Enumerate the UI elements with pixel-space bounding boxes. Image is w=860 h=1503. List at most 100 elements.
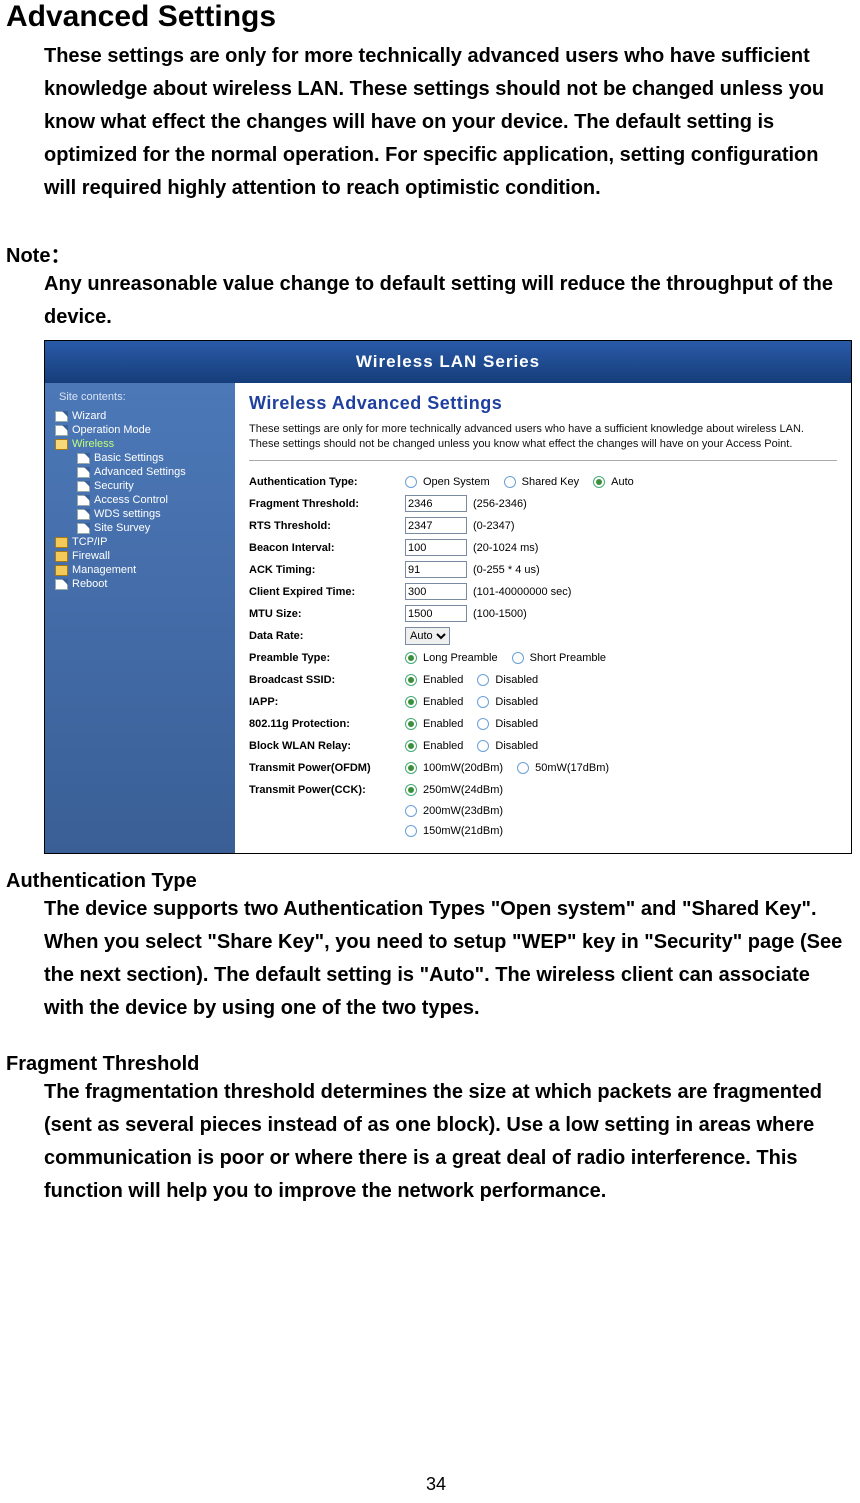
label-relay: Block WLAN Relay: (249, 740, 399, 752)
row-cck: Transmit Power(CCK): 250mW(24dBm) (249, 779, 837, 801)
sidebar-item-label: Management (72, 564, 136, 576)
frag-heading: Fragment Threshold (6, 1053, 854, 1076)
label-frag: Fragment Threshold: (249, 498, 399, 510)
radio-open-system[interactable] (405, 476, 417, 488)
radio-label: Disabled (495, 740, 538, 752)
sidebar-item-label: Operation Mode (72, 424, 151, 436)
sidebar-item-label: Reboot (72, 578, 107, 590)
radio-short-preamble[interactable] (512, 652, 524, 664)
radio-shared-key[interactable] (504, 476, 516, 488)
radio-label: Enabled (423, 696, 463, 708)
sidebar-item-basic-settings[interactable]: Basic Settings (49, 451, 231, 465)
label-cck: Transmit Power(CCK): (249, 784, 399, 796)
row-relay: Block WLAN Relay: Enabled Disabled (249, 735, 837, 757)
page-icon (77, 495, 90, 506)
sidebar-item-management[interactable]: Management (49, 563, 231, 577)
sidebar-item-label: Wireless (72, 438, 114, 450)
sidebar-item-reboot[interactable]: Reboot (49, 577, 231, 591)
radio-relay-disabled[interactable] (477, 740, 489, 752)
radio-cck-150[interactable] (405, 825, 417, 837)
range-rts: (0-2347) (473, 520, 515, 532)
radio-label: Enabled (423, 674, 463, 686)
sidebar-item-operation-mode[interactable]: Operation Mode (49, 423, 231, 437)
label-ack: ACK Timing: (249, 564, 399, 576)
sidebar-item-firewall[interactable]: Firewall (49, 549, 231, 563)
auth-body: The device supports two Authentication T… (44, 893, 844, 1025)
row-preamble: Preamble Type: Long Preamble Short Pream… (249, 647, 837, 669)
sidebar-item-label: TCP/IP (72, 536, 107, 548)
radio-cck-200[interactable] (405, 805, 417, 817)
radio-label: 150mW(21dBm) (423, 825, 503, 837)
radio-long-preamble[interactable] (405, 652, 417, 664)
folder-icon (55, 551, 68, 562)
sidebar-item-advanced-settings[interactable]: Advanced Settings (49, 465, 231, 479)
radio-bssid-enabled[interactable] (405, 674, 417, 686)
radio-iapp-enabled[interactable] (405, 696, 417, 708)
screenshot-banner: Wireless LAN Series (45, 341, 851, 383)
frag-body: The fragmentation threshold determines t… (44, 1076, 844, 1208)
sidebar-item-access-control[interactable]: Access Control (49, 493, 231, 507)
radio-bssid-disabled[interactable] (477, 674, 489, 686)
label-gprot: 802.11g Protection: (249, 718, 399, 730)
page-title: Advanced Settings (6, 0, 854, 34)
input-beacon[interactable] (405, 539, 467, 556)
page-icon (77, 453, 90, 464)
radio-ofdm-50[interactable] (517, 762, 529, 774)
range-mtu: (100-1500) (473, 608, 527, 620)
row-iapp: IAPP: Enabled Disabled (249, 691, 837, 713)
input-expired[interactable] (405, 583, 467, 600)
row-beacon: Beacon Interval: (20-1024 ms) (249, 537, 837, 559)
sidebar-item-wireless[interactable]: Wireless (49, 437, 231, 451)
radio-cck-250[interactable] (405, 784, 417, 796)
row-bssid: Broadcast SSID: Enabled Disabled (249, 669, 837, 691)
radio-label: Disabled (495, 718, 538, 730)
radio-label: Disabled (495, 696, 538, 708)
sidebar-item-wds[interactable]: WDS settings (49, 507, 231, 521)
sidebar-item-security[interactable]: Security (49, 479, 231, 493)
radio-label: 100mW(20dBm) (423, 762, 503, 774)
radio-label: Auto (611, 476, 634, 488)
radio-iapp-disabled[interactable] (477, 696, 489, 708)
row-rts: RTS Threshold: (0-2347) (249, 515, 837, 537)
radio-label: Enabled (423, 718, 463, 730)
intro-paragraph: These settings are only for more technic… (44, 40, 844, 205)
sidebar-item-site-survey[interactable]: Site Survey (49, 521, 231, 535)
radio-gprot-enabled[interactable] (405, 718, 417, 730)
radio-ofdm-100[interactable] (405, 762, 417, 774)
page-icon (77, 523, 90, 534)
input-ack[interactable] (405, 561, 467, 578)
range-beacon: (20-1024 ms) (473, 542, 538, 554)
note-body: Any unreasonable value change to default… (44, 268, 848, 334)
radio-auto[interactable] (593, 476, 605, 488)
sidebar-item-tcpip[interactable]: TCP/IP (49, 535, 231, 549)
input-frag[interactable] (405, 495, 467, 512)
page-icon (77, 467, 90, 478)
radio-label: Short Preamble (530, 652, 606, 664)
divider (249, 460, 837, 461)
radio-label: 200mW(23dBm) (423, 805, 503, 817)
radio-label: Open System (423, 476, 490, 488)
row-cck-200: 200mW(23dBm) (405, 801, 837, 821)
row-rate: Data Rate: Auto (249, 625, 837, 647)
radio-relay-enabled[interactable] (405, 740, 417, 752)
label-iapp: IAPP: (249, 696, 399, 708)
sidebar-item-label: Firewall (72, 550, 110, 562)
range-expired: (101-40000000 sec) (473, 586, 571, 598)
screenshot-frame: Wireless LAN Series Site contents: Wizar… (44, 340, 852, 854)
folder-open-icon (55, 439, 68, 450)
sidebar-item-wizard[interactable]: Wizard (49, 409, 231, 423)
row-frag: Fragment Threshold: (256-2346) (249, 493, 837, 515)
sidebar-heading: Site contents: (59, 391, 231, 403)
sidebar-item-label: Security (94, 480, 134, 492)
label-preamble: Preamble Type: (249, 652, 399, 664)
sidebar: Site contents: Wizard Operation Mode Wir… (45, 383, 235, 853)
radio-label: 50mW(17dBm) (535, 762, 609, 774)
select-rate[interactable]: Auto (405, 627, 450, 645)
sidebar-item-label: Basic Settings (94, 452, 164, 464)
panel-desc: These settings are only for more technic… (249, 422, 837, 452)
row-expired: Client Expired Time: (101-40000000 sec) (249, 581, 837, 603)
input-mtu[interactable] (405, 605, 467, 622)
radio-gprot-disabled[interactable] (477, 718, 489, 730)
input-rts[interactable] (405, 517, 467, 534)
label-beacon: Beacon Interval: (249, 542, 399, 554)
